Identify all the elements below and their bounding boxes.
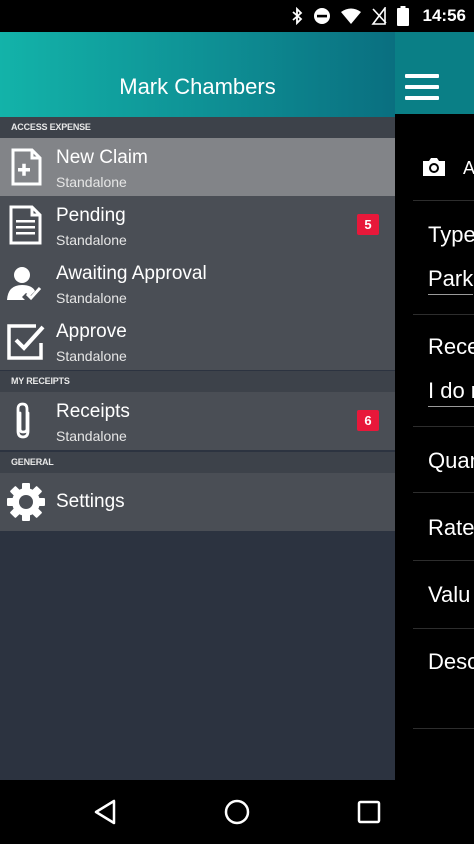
nav-item-title: Awaiting Approval xyxy=(56,263,207,284)
camera-icon[interactable] xyxy=(421,157,447,177)
form-divider xyxy=(413,728,474,729)
checkbox-icon xyxy=(7,324,45,360)
user-name: Mark Chambers xyxy=(119,74,276,99)
recents-icon[interactable] xyxy=(355,798,383,826)
dnd-icon xyxy=(313,8,330,24)
nav-item-subtitle: Standalone xyxy=(56,290,127,306)
menu-icon[interactable] xyxy=(405,74,439,100)
status-clock: 14:56 xyxy=(422,6,466,25)
pending-count-badge: 5 xyxy=(357,214,379,235)
form-divider xyxy=(413,314,474,315)
section-label-my-receipts: MY RECEIPTS xyxy=(0,371,395,392)
nav-item-awaiting-approval[interactable]: Awaiting Approval Standalone xyxy=(0,254,395,312)
section-label-access-expense: ACCESS EXPENSE xyxy=(0,117,395,138)
back-icon[interactable] xyxy=(92,798,120,826)
type-field[interactable]: Park xyxy=(428,266,474,295)
nav-item-title: Receipts xyxy=(56,401,130,422)
nav-item-title: Approve xyxy=(56,321,127,342)
paperclip-icon xyxy=(16,402,30,439)
form-divider xyxy=(413,560,474,561)
nav-item-approve[interactable]: Approve Standalone xyxy=(0,312,395,370)
quantity-label[interactable]: Quan xyxy=(428,448,474,474)
new-claim-icon xyxy=(11,148,42,186)
form-divider xyxy=(413,628,474,629)
nav-item-subtitle: Standalone xyxy=(56,174,127,190)
user-check-icon xyxy=(7,267,42,301)
form-divider xyxy=(413,426,474,427)
document-icon xyxy=(9,205,42,245)
nav-item-title: Settings xyxy=(56,491,125,512)
nav-item-new-claim[interactable]: New Claim Standalone xyxy=(0,138,395,196)
nav-item-title: Pending xyxy=(56,205,126,226)
form-divider xyxy=(413,492,474,493)
battery-icon xyxy=(396,6,409,26)
add-photo-label: A xyxy=(463,158,474,178)
drawer-header: Mark Chambers xyxy=(0,32,395,117)
status-bar: 14:56 xyxy=(0,0,474,32)
nav-item-subtitle: Standalone xyxy=(56,348,127,364)
home-icon[interactable] xyxy=(223,798,251,826)
rate-label[interactable]: Rate xyxy=(428,515,474,541)
wifi-icon xyxy=(340,8,361,24)
description-label[interactable]: Desc xyxy=(428,649,474,675)
form-divider xyxy=(413,200,474,201)
receipts-count-badge: 6 xyxy=(357,410,379,431)
value-label[interactable]: Valu xyxy=(428,582,470,608)
nav-item-title: New Claim xyxy=(56,147,148,168)
system-nav-bar xyxy=(0,780,474,844)
gear-icon xyxy=(7,483,45,521)
app-toolbar xyxy=(395,32,474,114)
no-sim-icon xyxy=(370,7,387,25)
section-label-general: GENERAL xyxy=(0,452,395,473)
receipt-label: Rece xyxy=(428,334,474,359)
nav-item-subtitle: Standalone xyxy=(56,232,127,248)
nav-item-settings[interactable]: Settings xyxy=(0,473,395,531)
receipt-field[interactable]: I do r xyxy=(428,378,474,407)
bluetooth-icon xyxy=(291,7,302,25)
type-label: Type xyxy=(428,222,474,247)
nav-item-subtitle: Standalone xyxy=(56,428,127,444)
navigation-drawer: Mark Chambers ACCESS EXPENSE New Claim S… xyxy=(0,32,395,780)
nav-item-pending[interactable]: Pending Standalone 5 xyxy=(0,196,395,254)
nav-item-receipts[interactable]: Receipts Standalone 6 xyxy=(0,392,395,450)
